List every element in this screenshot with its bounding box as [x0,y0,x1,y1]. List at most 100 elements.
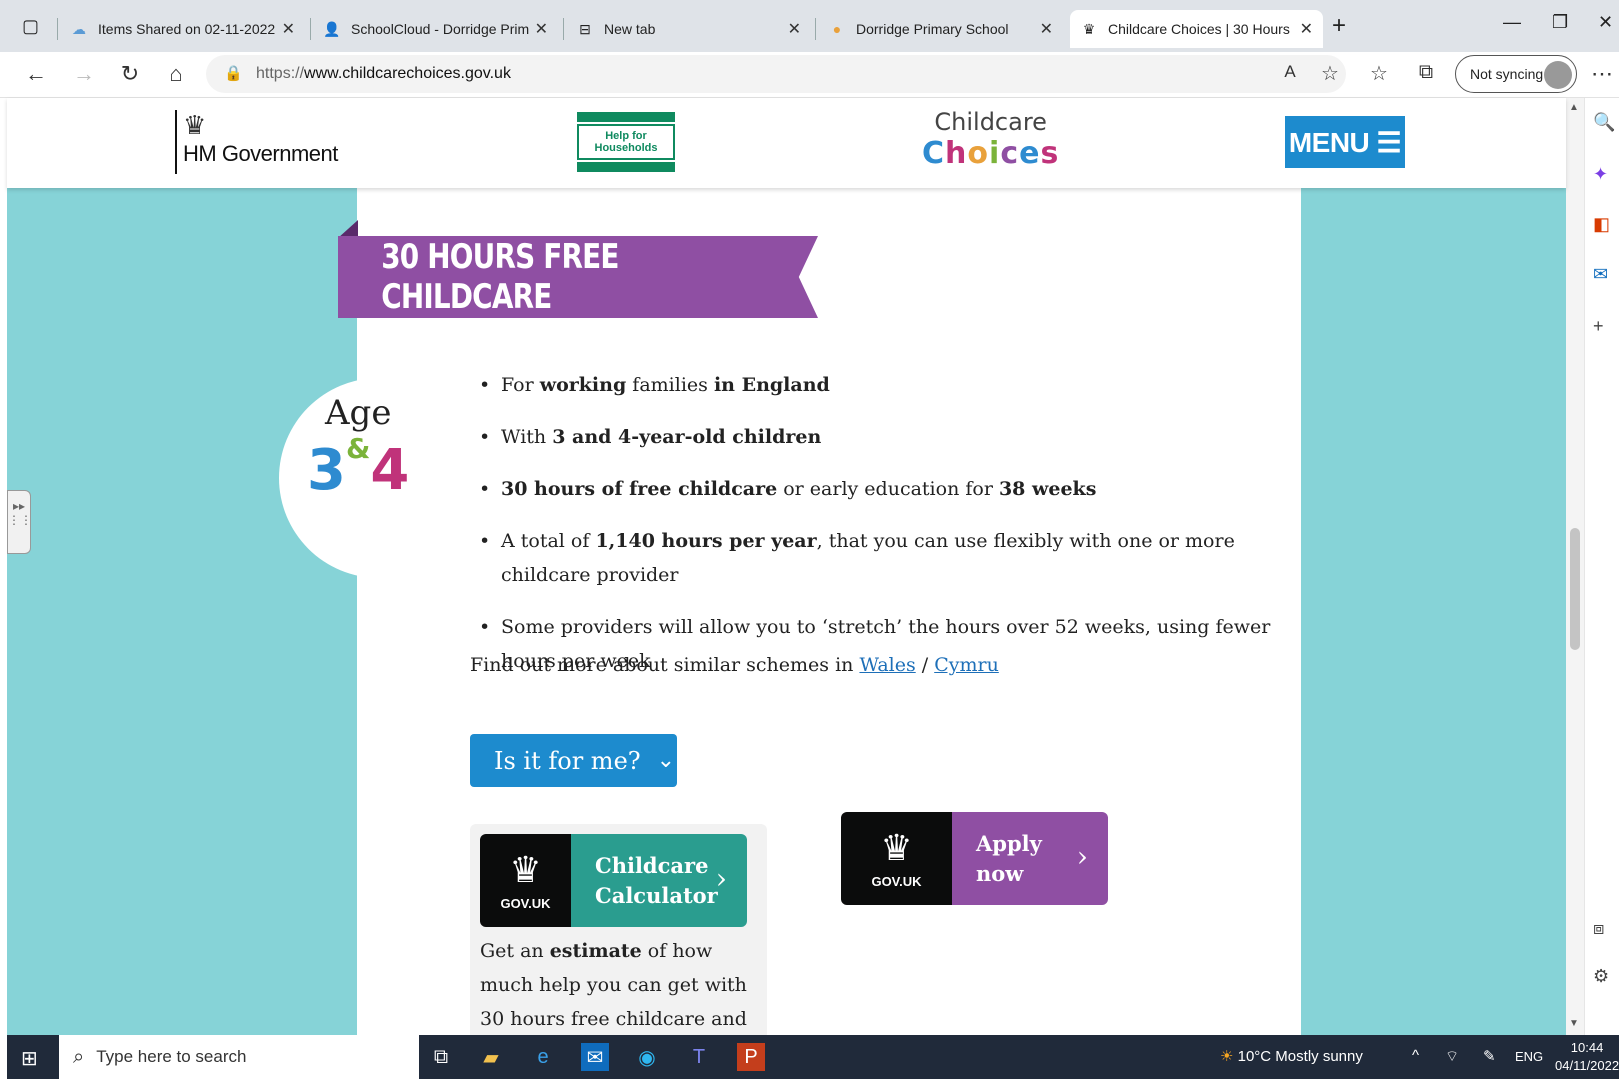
childcare-choices-logo[interactable]: Childcare Choices [922,108,1059,171]
favorites-icon[interactable]: ☆ [1365,61,1393,86]
new-tab-plus-icon[interactable]: + [1332,12,1346,40]
bold-text: in England [713,374,830,396]
taskbar-search[interactable]: ⌕ Type here to search [59,1035,419,1079]
copilot-icon[interactable]: ✦ [1593,164,1608,185]
office-icon[interactable]: ◧ [1593,214,1610,235]
tab-label: SchoolCloud - Dorridge Primary [351,21,529,37]
logo-letter: h [945,136,968,171]
split-screen-icon[interactable]: ⧈ [1593,918,1604,939]
restore-icon[interactable]: ❐ [1552,12,1568,33]
calculator-card: ♛ GOV.UK Childcare Calculator › Get an es… [470,824,767,1035]
scroll-up-icon[interactable]: ▲ [1569,102,1579,113]
search-icon[interactable]: 🔍 [1593,112,1615,133]
page-scrollbar[interactable]: ▲ ▼ [1566,98,1584,1035]
windows-taskbar: ⊞ ⌕ Type here to search ⧉ ▰ e ✉ ◉ T P ☀ … [7,1035,1619,1079]
list-item: Some providers will allow you to ‘stretc… [477,610,1277,678]
outlook-app-icon[interactable]: ✉ [581,1043,609,1071]
bold-text: 3 and 4-year-old children [552,426,822,448]
close-icon[interactable]: ✕ [788,19,801,39]
age-numbers: 3&4 [307,432,409,503]
tab-dorridge-primary[interactable]: ● Dorridge Primary School ✕ [818,10,1063,48]
weather-text: 10°C Mostly sunny [1237,1048,1363,1065]
age-label: Age [325,393,392,433]
edge-browser-icon[interactable]: ◉ [633,1043,661,1071]
outlook-icon[interactable]: ✉ [1593,264,1608,285]
read-aloud-icon[interactable]: A [1276,62,1304,82]
crest-icon: ♛ [1082,20,1096,37]
profile-sync-button[interactable]: Not syncing [1455,55,1577,93]
clock-date: 04/11/2022 [1555,1058,1619,1073]
back-icon[interactable]: ← [22,61,50,87]
close-window-icon[interactable]: ✕ [1598,12,1613,33]
logo-line1: Childcare [934,108,1047,136]
minimize-icon[interactable]: — [1503,12,1521,33]
file-explorer-icon[interactable]: ▰ [477,1043,505,1071]
sun-cloud-icon: ☀ [1220,1048,1234,1065]
crown-icon: ♛ [880,827,913,868]
pen-icon[interactable]: ✎ [1483,1047,1496,1065]
more-options-icon[interactable]: ⋯ [1588,61,1616,87]
network-icon[interactable]: ⌔ [1445,1047,1459,1066]
list-item: A total of 1,140 hours per year, that yo… [477,524,1277,592]
tab-label: New tab [604,21,656,37]
close-icon[interactable]: ✕ [1300,19,1313,39]
settings-gear-icon[interactable]: ⚙ [1593,966,1609,987]
page-body: 30 HOURS FREE CHILDCARE Age 3&4 For work… [7,188,1566,1035]
close-icon[interactable]: ✕ [535,19,548,39]
task-view-icon[interactable]: ⧉ [427,1043,455,1071]
show-hidden-icons-icon[interactable]: ^ [1412,1047,1419,1064]
apply-now-button[interactable]: ♛ GOV.UK Apply now › [841,812,1108,905]
collections-icon[interactable]: ⧉ [1412,61,1440,84]
tab-schoolcloud[interactable]: 👤 SchoolCloud - Dorridge Primary ✕ [313,10,558,48]
url-text[interactable]: https://www.childcarechoices.gov.uk [256,65,511,83]
is-it-for-me-button[interactable]: Is it for me? ⌄ [470,734,677,787]
add-favorite-icon[interactable]: ☆ [1316,61,1344,86]
chevron-right-icon: › [1076,840,1088,873]
calculator-label-line2: Calculator [595,882,718,908]
tab-label: Dorridge Primary School [856,21,1009,37]
logo-letter: e [1019,136,1041,171]
language-indicator[interactable]: ENG [1515,1049,1543,1064]
text-segment: With [501,426,553,448]
address-bar[interactable]: 🔒 https://www.childcarechoices.gov.uk A … [206,55,1346,93]
browser-toolbar: ← → ↻ ⌂ 🔒 https://www.childcarechoices.g… [0,52,1619,98]
refresh-icon[interactable]: ↻ [116,61,144,87]
scroll-thumb[interactable] [1570,528,1580,650]
logo-letter: C [922,136,946,171]
close-icon[interactable]: ✕ [282,19,295,39]
help-for-households-logo[interactable]: Help for Households [575,112,677,172]
forward-icon[interactable]: → [70,61,98,87]
text-segment: families [626,374,714,396]
scroll-down-icon[interactable]: ▼ [1569,1018,1579,1029]
logo-letter: s [1040,136,1060,171]
ribbon-fold [338,220,358,238]
chevron-down-icon: ⌄ [656,748,676,773]
teams-icon[interactable]: T [685,1043,713,1071]
add-icon[interactable]: + [1593,316,1604,337]
tab-label: Items Shared on 02-11-2022 - O [98,21,276,37]
hero-banner: 30 HOURS FREE CHILDCARE [338,236,818,318]
weather-widget[interactable]: ☀ 10°C Mostly sunny [1220,1047,1363,1065]
childcare-calculator-button[interactable]: ♛ GOV.UK Childcare Calculator › [480,834,747,927]
logo-letter: o [967,136,990,171]
taskbar-clock[interactable]: 10:44 04/11/2022 [1555,1039,1619,1075]
powerpoint-icon[interactable]: P [737,1043,765,1071]
side-panel-toggle[interactable]: ▸▸ ⋮⋮ [7,490,32,554]
tab-items-shared[interactable]: ☁ Items Shared on 02-11-2022 - O ✕ [60,10,305,48]
bold-text: 38 weeks [998,478,1097,500]
hm-government-logo[interactable]: ♛ HM Government [175,110,338,174]
gov-uk-text: GOV.UK [871,874,922,889]
logo-letter: c [1000,136,1020,171]
eligibility-list: For working families in England With 3 an… [477,368,1277,696]
menu-button[interactable]: MENU ☰ [1285,116,1405,168]
tab-actions-icon[interactable]: ▢ [22,16,39,37]
gov-uk-text: GOV.UK [500,896,551,911]
tab-childcare-choices[interactable]: ♛ Childcare Choices | 30 Hours Fre ✕ [1070,10,1323,48]
edge-sidebar: 🔍 ✦ ◧ ✉ + ⧈ ⚙ [1584,98,1619,1035]
tab-new-tab[interactable]: ⊟ New tab ✕ [566,10,811,48]
close-icon[interactable]: ✕ [1040,19,1053,39]
internet-explorer-icon[interactable]: e [529,1043,557,1071]
lock-icon[interactable]: 🔒 [224,64,243,82]
home-icon[interactable]: ⌂ [162,61,190,87]
windows-start-icon[interactable]: ⊞ [21,1046,38,1071]
